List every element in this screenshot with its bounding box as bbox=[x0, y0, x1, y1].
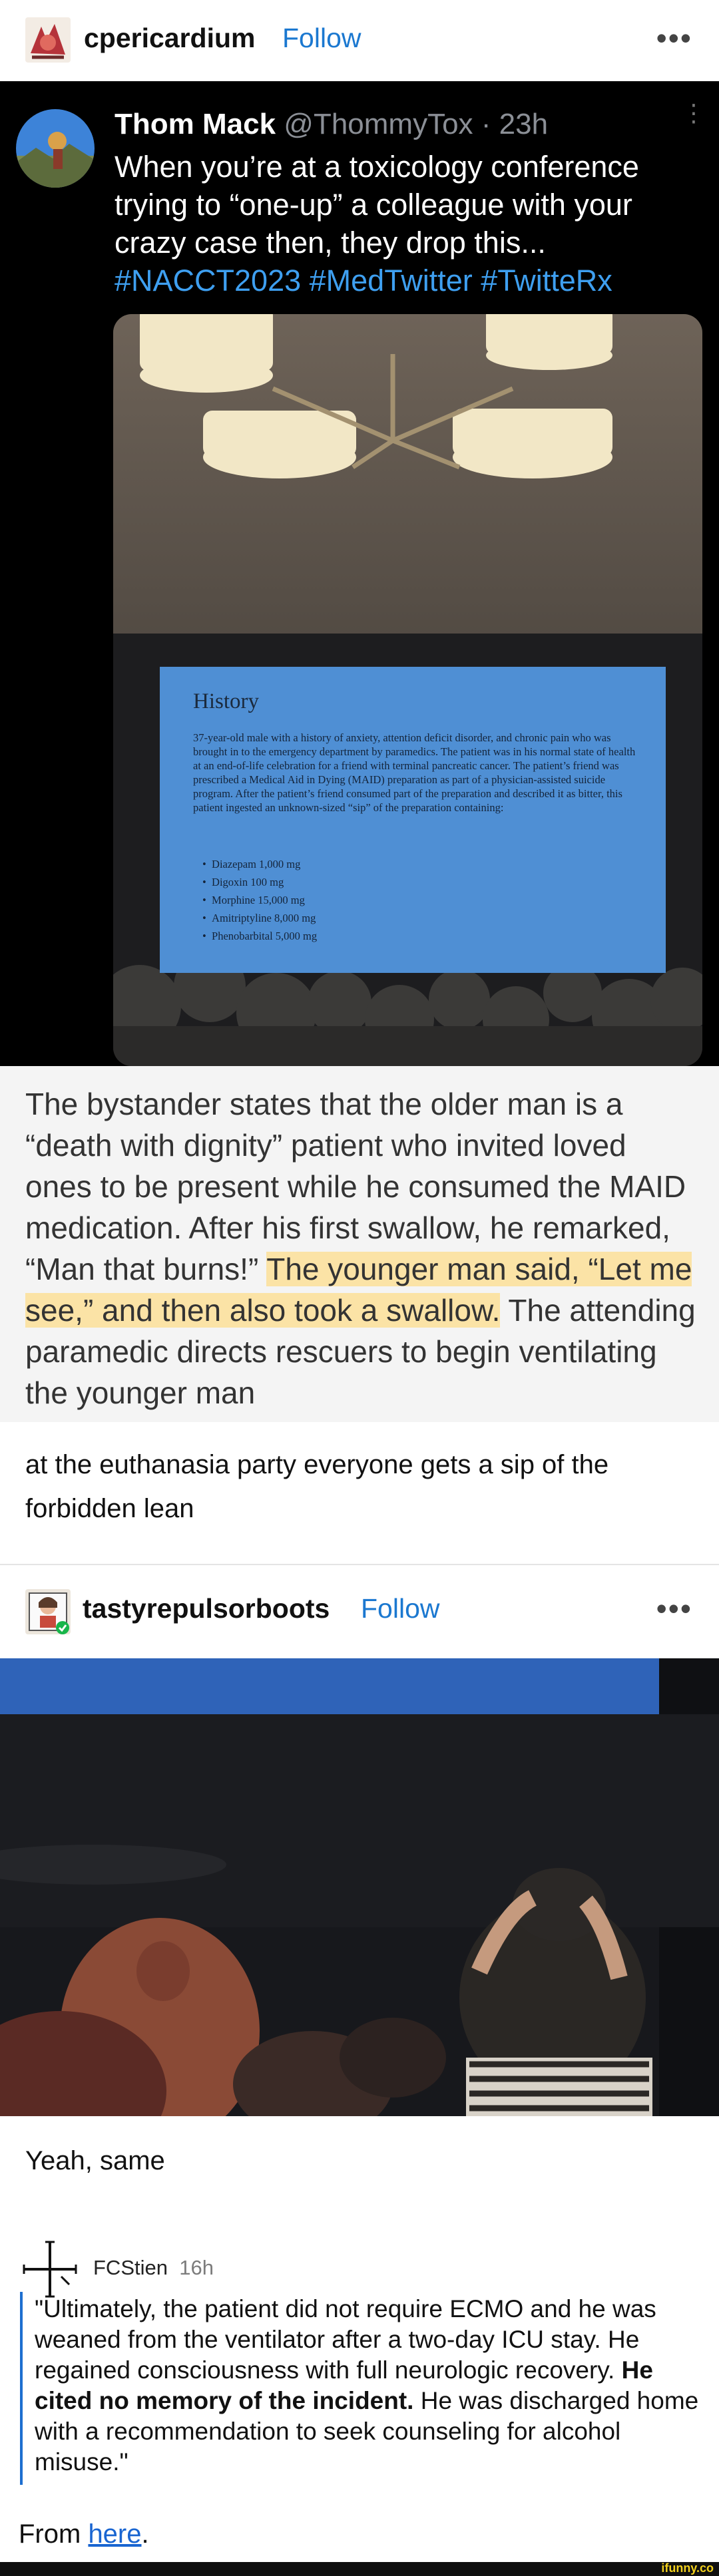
tweet-time: · 23h bbox=[481, 108, 549, 140]
article-excerpt: The bystander states that the older man … bbox=[0, 1066, 719, 1422]
quote-text: "Ultimately, the patient did not require… bbox=[35, 2294, 707, 2478]
source-line: From here. bbox=[19, 2519, 149, 2549]
follow-button[interactable]: Follow bbox=[361, 1593, 439, 1624]
tweet-body: When you’re at a toxicology conference t… bbox=[115, 150, 639, 260]
post-header-cpericardium: cpericardium Follow ••• bbox=[0, 0, 719, 81]
reblog-comment: Yeah, same bbox=[25, 2146, 165, 2175]
post-header-tastyrepulsorboots: tastyrepulsorboots Follow ••• bbox=[0, 1570, 719, 1652]
slide-body: 37-year-old male with a history of anxie… bbox=[193, 731, 636, 814]
username[interactable]: tastyrepulsorboots bbox=[83, 1593, 330, 1624]
slide-list-item: Digoxin 100 mg bbox=[202, 873, 317, 891]
slide-list-item: Amitriptyline 8,000 mg bbox=[202, 909, 317, 927]
quote-part-1: "Ultimately, the patient did not require… bbox=[35, 2295, 656, 2384]
slide-drug-list: Diazepam 1,000 mg Digoxin 100 mg Morphin… bbox=[202, 855, 317, 945]
source-suffix: . bbox=[141, 2519, 149, 2549]
slide-title: History bbox=[193, 689, 259, 713]
more-options-icon[interactable]: ••• bbox=[656, 1590, 692, 1626]
tweet-hashtags: #NACCT2023 #MedTwitter #TwitteRx bbox=[115, 264, 612, 297]
audience-photo bbox=[0, 1658, 719, 2116]
tweet-text: When you’re at a toxicology conference t… bbox=[115, 148, 694, 299]
more-options-icon[interactable]: ••• bbox=[656, 20, 692, 56]
conference-photo: History 37-year-old male with a history … bbox=[113, 314, 702, 1066]
user-avatar-cross-icon[interactable] bbox=[20, 2239, 80, 2299]
tweet-more-icon: ⋮ bbox=[682, 99, 706, 126]
tweet-author: Thom Mack @ThommyTox · 23h bbox=[115, 108, 548, 141]
slide-list-item: Phenobarbital 5,000 mg bbox=[202, 927, 317, 945]
avatar[interactable] bbox=[25, 17, 71, 63]
source-link[interactable]: here bbox=[88, 2519, 141, 2549]
reply-user: FCStien 16h bbox=[93, 2256, 214, 2280]
tweet-author-handle: @ThommyTox bbox=[284, 108, 473, 140]
tweet-avatar bbox=[16, 109, 95, 188]
post-caption: at the euthanasia party everyone gets a … bbox=[25, 1450, 609, 1523]
reply-username[interactable]: FCStien bbox=[93, 2256, 168, 2279]
tweet-author-name: Thom Mack bbox=[115, 108, 276, 140]
avatar[interactable] bbox=[25, 1589, 71, 1634]
slide-list-item: Diazepam 1,000 mg bbox=[202, 855, 317, 873]
ifunny-watermark: ifunny.co bbox=[661, 2561, 714, 2575]
excerpt-text: The bystander states that the older man … bbox=[25, 1083, 698, 1413]
tweet-screenshot: Thom Mack @ThommyTox · 23h ⋮ When you’re… bbox=[0, 81, 719, 1066]
divider bbox=[0, 1564, 719, 1565]
slide-list-item: Morphine 15,000 mg bbox=[202, 891, 317, 909]
footer-bar: ifunny.co bbox=[0, 2561, 719, 2576]
source-prefix: From bbox=[19, 2519, 89, 2549]
presentation-slide: History 37-year-old male with a history … bbox=[160, 667, 666, 973]
follow-button[interactable]: Follow bbox=[282, 23, 361, 54]
reply-time: 16h bbox=[179, 2256, 214, 2279]
username[interactable]: cpericardium bbox=[84, 23, 256, 54]
quote-bar bbox=[20, 2292, 23, 2485]
